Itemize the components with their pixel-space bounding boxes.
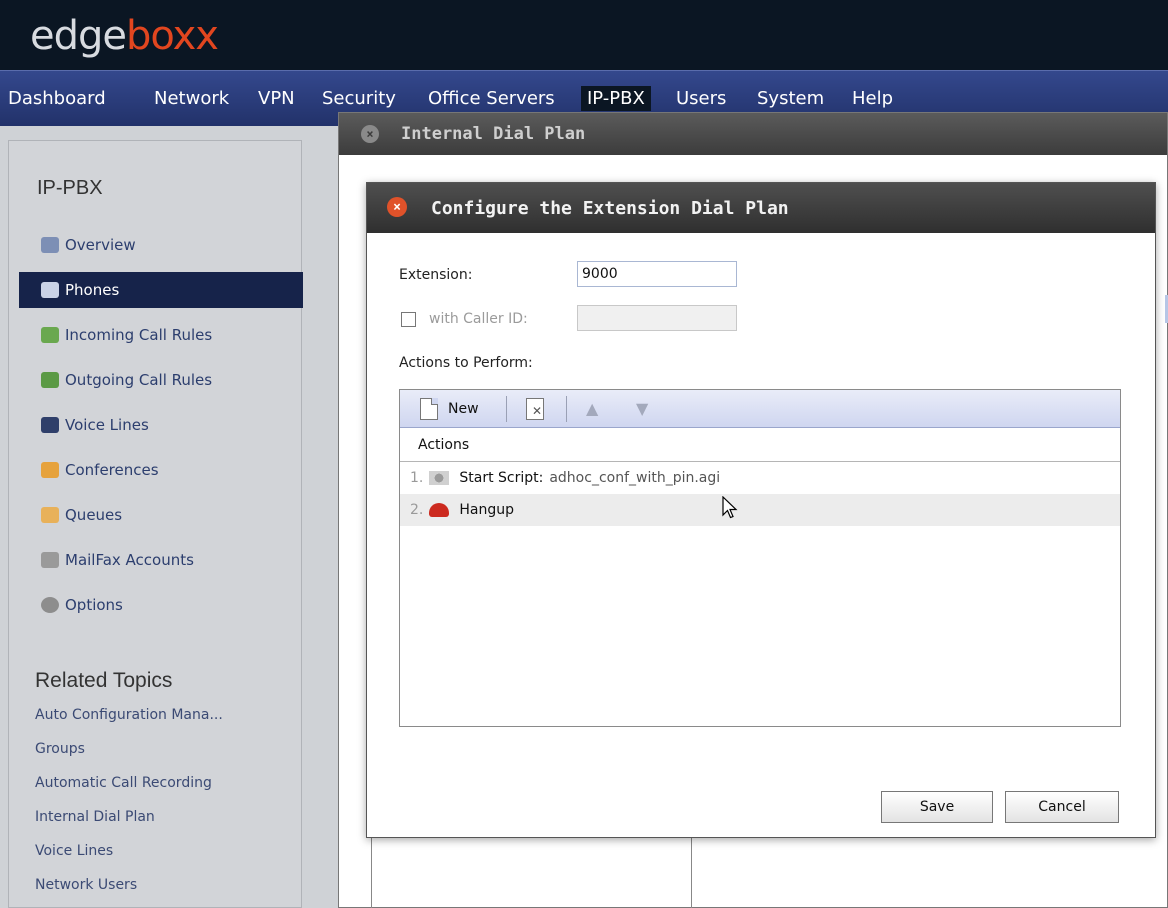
dialog-title: Configure the Extension Dial Plan (431, 197, 789, 219)
fax-icon (41, 552, 59, 568)
sidebar-item-label: Options (65, 596, 123, 614)
row-number: 2. (410, 502, 424, 518)
sidebar-item-label: Phones (65, 281, 120, 299)
sidebar-item-overview[interactable]: Overview (19, 227, 303, 263)
brand-logo-part1: edge (30, 13, 127, 59)
delete-action-icon[interactable]: ✕ (526, 398, 544, 420)
sidebar: IP-PBX Overview Phones Incoming Call Rul… (8, 140, 303, 908)
sidebar-item-queues[interactable]: Queues (19, 497, 303, 533)
background-divider (371, 833, 372, 908)
sidebar-item-label: Overview (65, 236, 136, 254)
nav-office-servers[interactable]: Office Servers (428, 88, 555, 109)
row-number: 1. (410, 470, 424, 486)
sidebar-title: IP-PBX (37, 177, 103, 199)
nav-ip-pbx[interactable]: IP-PBX (581, 86, 651, 111)
sidebar-item-incoming-call-rules[interactable]: Incoming Call Rules (19, 317, 303, 353)
sidebar-item-outgoing-call-rules[interactable]: Outgoing Call Rules (19, 362, 303, 398)
new-action-button[interactable]: New (420, 396, 479, 422)
close-icon[interactable]: × (387, 197, 407, 217)
nav-users[interactable]: Users (676, 88, 726, 109)
new-document-icon (420, 398, 438, 420)
save-button[interactable]: Save (881, 791, 993, 823)
internal-dial-plan-titlebar: × Internal Dial Plan (339, 113, 1167, 155)
actions-column-header: Actions (400, 428, 1120, 462)
overview-icon (41, 237, 59, 253)
cancel-button[interactable]: Cancel (1005, 791, 1119, 823)
caller-id-label: with Caller ID: (429, 311, 528, 327)
sidebar-item-conferences[interactable]: Conferences (19, 452, 303, 488)
sidebar-item-label: MailFax Accounts (65, 551, 194, 569)
hangup-icon (429, 503, 450, 517)
incoming-call-icon (41, 327, 59, 343)
actions-toolbar: New ✕ ▲ ▼ (400, 390, 1120, 428)
related-link-groups[interactable]: Groups (35, 741, 85, 757)
caller-id-checkbox[interactable] (401, 312, 416, 327)
sidebar-item-label: Queues (65, 506, 123, 524)
action-name: Start Script: (459, 470, 544, 486)
table-row[interactable]: 2. Hangup (400, 494, 1120, 526)
queues-icon (41, 507, 59, 523)
move-up-icon[interactable]: ▲ (586, 399, 598, 418)
top-header: edgeboxx (0, 0, 1168, 70)
nav-security[interactable]: Security (322, 88, 396, 109)
sidebar-item-label: Outgoing Call Rules (65, 371, 213, 389)
script-gears-icon (429, 471, 450, 485)
move-down-icon[interactable]: ▼ (636, 399, 648, 418)
brand-logo-part2: boxx (126, 13, 219, 59)
brand-logo[interactable]: edgeboxx (30, 8, 219, 64)
caller-id-input[interactable] (577, 305, 737, 331)
sidebar-item-mailfax-accounts[interactable]: MailFax Accounts (19, 542, 303, 578)
sidebar-item-voice-lines[interactable]: Voice Lines (19, 407, 303, 443)
sidebar-item-label: Incoming Call Rules (65, 326, 213, 344)
outgoing-call-icon (41, 372, 59, 388)
toolbar-separator (566, 396, 567, 422)
sidebar-item-phones[interactable]: Phones (19, 272, 303, 308)
conference-icon (41, 462, 59, 478)
sidebar-item-label: Conferences (65, 461, 159, 479)
related-link-automatic-call-recording[interactable]: Automatic Call Recording (35, 775, 212, 791)
actions-grid: New ✕ ▲ ▼ Actions 1. Start Script: adhoc… (399, 389, 1121, 727)
sidebar-item-label: Voice Lines (65, 416, 149, 434)
internal-dial-plan-title: Internal Dial Plan (401, 124, 586, 144)
extension-input[interactable] (577, 261, 737, 287)
gears-icon (41, 597, 59, 613)
related-link-auto-configuration[interactable]: Auto Configuration Mana... (35, 707, 223, 723)
nav-network[interactable]: Network (154, 88, 229, 109)
nav-help[interactable]: Help (852, 88, 893, 109)
phone-icon (41, 282, 59, 298)
nav-system[interactable]: System (757, 88, 824, 109)
nav-dashboard[interactable]: Dashboard (8, 88, 106, 109)
extension-label: Extension: (399, 267, 473, 283)
close-icon[interactable]: × (361, 125, 379, 143)
related-topics-title: Related Topics (35, 669, 173, 692)
mouse-cursor-icon (722, 496, 738, 519)
action-name: Hangup (459, 502, 514, 518)
new-action-label: New (448, 401, 479, 417)
action-argument: adhoc_conf_with_pin.agi (549, 470, 721, 486)
voice-lines-icon (41, 417, 59, 433)
table-row[interactable]: 1. Start Script: adhoc_conf_with_pin.agi (400, 462, 1120, 494)
nav-vpn[interactable]: VPN (258, 88, 295, 109)
actions-to-perform-label: Actions to Perform: (399, 355, 533, 371)
related-link-network-users[interactable]: Network Users (35, 877, 137, 893)
sidebar-item-options[interactable]: Options (19, 587, 303, 623)
related-link-voice-lines[interactable]: Voice Lines (35, 843, 113, 859)
toolbar-separator (506, 396, 507, 422)
dialog-titlebar[interactable]: × Configure the Extension Dial Plan (367, 183, 1155, 233)
related-link-internal-dial-plan[interactable]: Internal Dial Plan (35, 809, 155, 825)
configure-extension-dialog: × Configure the Extension Dial Plan Exte… (366, 182, 1156, 838)
background-divider (691, 833, 692, 908)
